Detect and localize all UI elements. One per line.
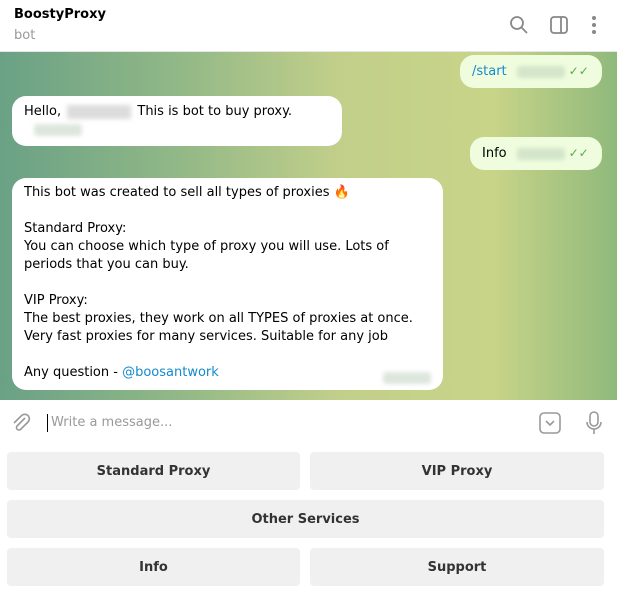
bot-keyboard-toggle-icon[interactable] [539,412,561,434]
message-outgoing: /start ✓✓ [460,55,602,88]
chat-header: BoostyProxy bot [0,0,617,52]
message-time [516,65,565,78]
message-text: Info [482,146,507,161]
message-line: Any question - [24,365,123,380]
other-services-button[interactable]: Other Services [7,500,604,538]
vip-proxy-button[interactable]: VIP Proxy [310,452,604,490]
message-line: This bot was created to sell all types o… [24,185,350,200]
message-text: This is bot to buy proxy. [137,104,293,119]
info-button[interactable]: Info [7,548,300,586]
support-button[interactable]: Support [310,548,604,586]
message-incoming: Hello, This is bot to buy proxy. [12,96,342,146]
compose-bar: Write a message... [0,400,617,446]
read-checks-icon: ✓✓ [568,64,589,78]
read-checks-icon: ✓✓ [568,146,589,160]
microphone-icon[interactable] [583,410,605,436]
message-list[interactable]: /start ✓✓ Hello, This is bot to buy proxy… [0,52,617,400]
command-link[interactable]: /start [472,64,507,79]
more-menu-icon[interactable] [583,14,605,36]
message-time [516,147,565,160]
message-time [34,123,82,136]
search-icon[interactable] [508,14,530,36]
sidebar-toggle-icon[interactable] [548,14,570,36]
standard-proxy-button[interactable]: Standard Proxy [7,452,300,490]
message-line: Standard Proxy: [24,221,127,236]
redacted-username [67,104,132,119]
message-outgoing: Info ✓✓ [470,137,602,170]
chat-subtitle: bot [14,28,36,43]
message-line: The best proxies, they work on all TYPES… [24,311,413,344]
message-line: VIP Proxy: [24,293,88,308]
message-input[interactable]: Write a message... [47,414,172,432]
chat-title[interactable]: BoostyProxy [14,7,106,22]
message-line: You can choose which type of proxy you w… [24,239,389,272]
message-text: Hello, [24,104,62,119]
message-incoming-info: This bot was created to sell all types o… [12,178,443,390]
message-time [383,372,431,384]
attach-icon[interactable] [10,412,32,434]
username-link[interactable]: @boosantwork [122,365,219,380]
